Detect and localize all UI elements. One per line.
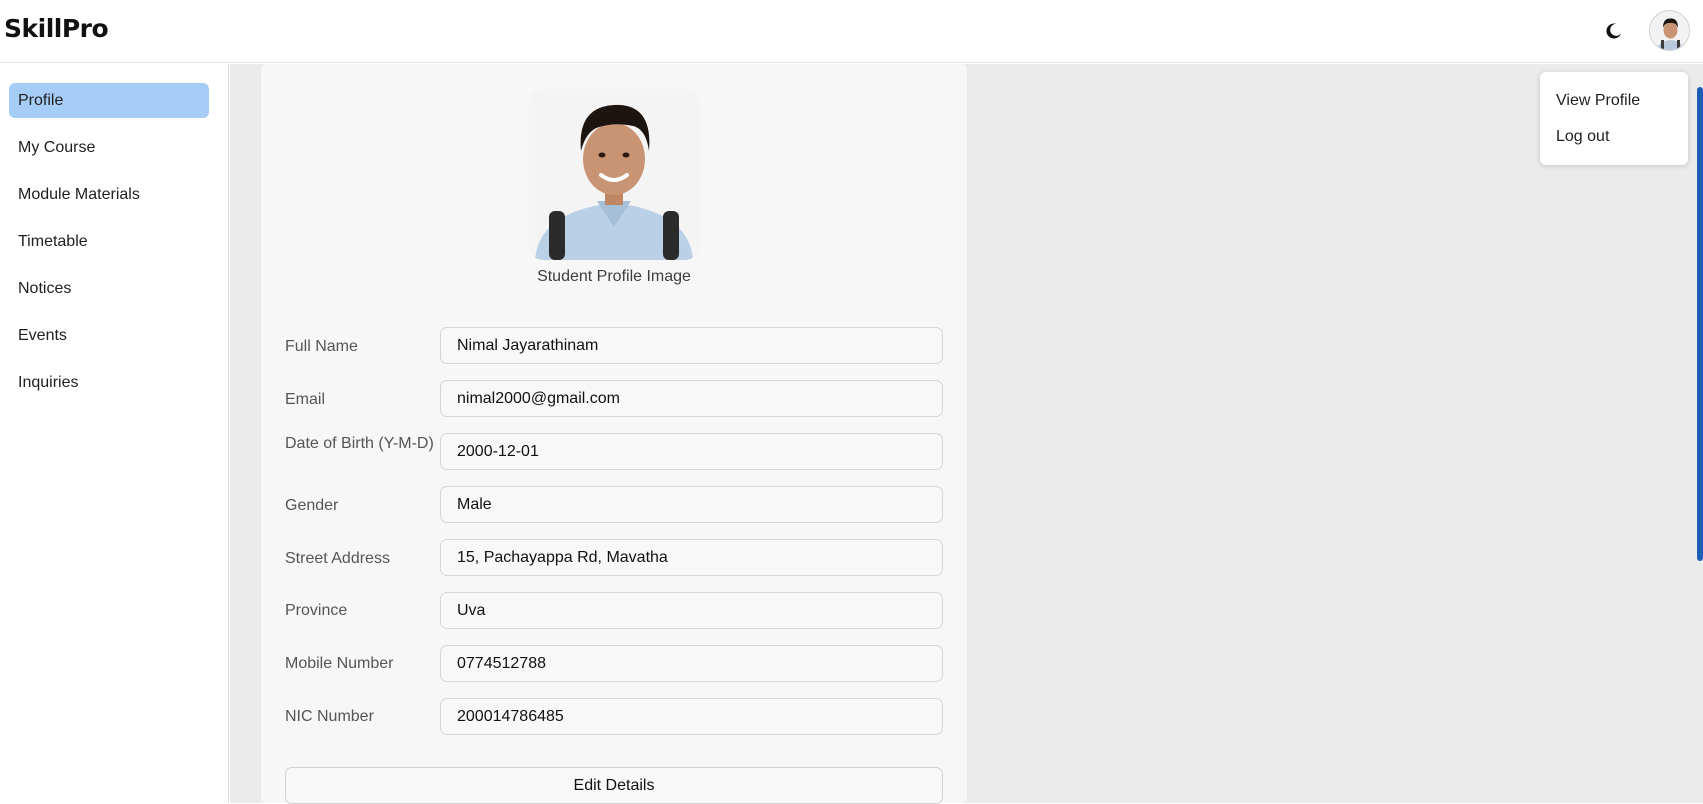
user-avatar — [1650, 11, 1689, 50]
nic-number-field[interactable] — [440, 698, 943, 735]
profile-image-caption: Student Profile Image — [537, 268, 691, 285]
province-field[interactable] — [440, 592, 943, 629]
user-avatar-button[interactable] — [1649, 10, 1690, 51]
email-field[interactable] — [440, 380, 943, 417]
full-name-label: Full Name — [285, 338, 358, 355]
sidebar-item-module-materials[interactable]: Module Materials — [9, 177, 209, 212]
brand-logo: SkillPro — [4, 14, 109, 43]
gender-label: Gender — [285, 497, 339, 514]
log-out-menu-item[interactable]: Log out — [1556, 128, 1609, 146]
view-profile-menu-item[interactable]: View Profile — [1556, 92, 1640, 110]
sidebar-item-timetable[interactable]: Timetable — [9, 224, 209, 259]
sidebar-item-profile[interactable]: Profile — [9, 83, 209, 118]
moon-icon — [1606, 23, 1622, 39]
profile-dropdown-menu: View Profile Log out — [1540, 72, 1688, 165]
street-address-label: Street Address — [285, 550, 390, 567]
nic-number-label: NIC Number — [285, 708, 374, 725]
date-of-birth-label: Date of Birth (Y-M-D) — [285, 435, 434, 452]
date-of-birth-field[interactable] — [440, 433, 943, 470]
sidebar-item-notices[interactable]: Notices — [9, 271, 209, 306]
gender-field[interactable] — [440, 486, 943, 523]
sidebar-item-events[interactable]: Events — [9, 318, 209, 353]
sidebar-item-inquiries[interactable]: Inquiries — [9, 365, 209, 400]
mobile-number-label: Mobile Number — [285, 655, 394, 672]
mobile-number-field[interactable] — [440, 645, 943, 682]
student-profile-image — [529, 89, 699, 260]
theme-toggle-button[interactable] — [1602, 19, 1626, 43]
province-label: Province — [285, 602, 348, 619]
sidebar: Profile My Course Module Materials Timet… — [0, 64, 229, 803]
edit-details-button[interactable]: Edit Details — [285, 767, 943, 804]
scrollbar-thumb[interactable] — [1697, 87, 1703, 561]
top-header: SkillPro — [0, 0, 1703, 63]
full-name-field[interactable] — [440, 327, 943, 364]
sidebar-item-my-course[interactable]: My Course — [9, 130, 209, 165]
email-label: Email — [285, 391, 326, 408]
street-address-field[interactable] — [440, 539, 943, 576]
